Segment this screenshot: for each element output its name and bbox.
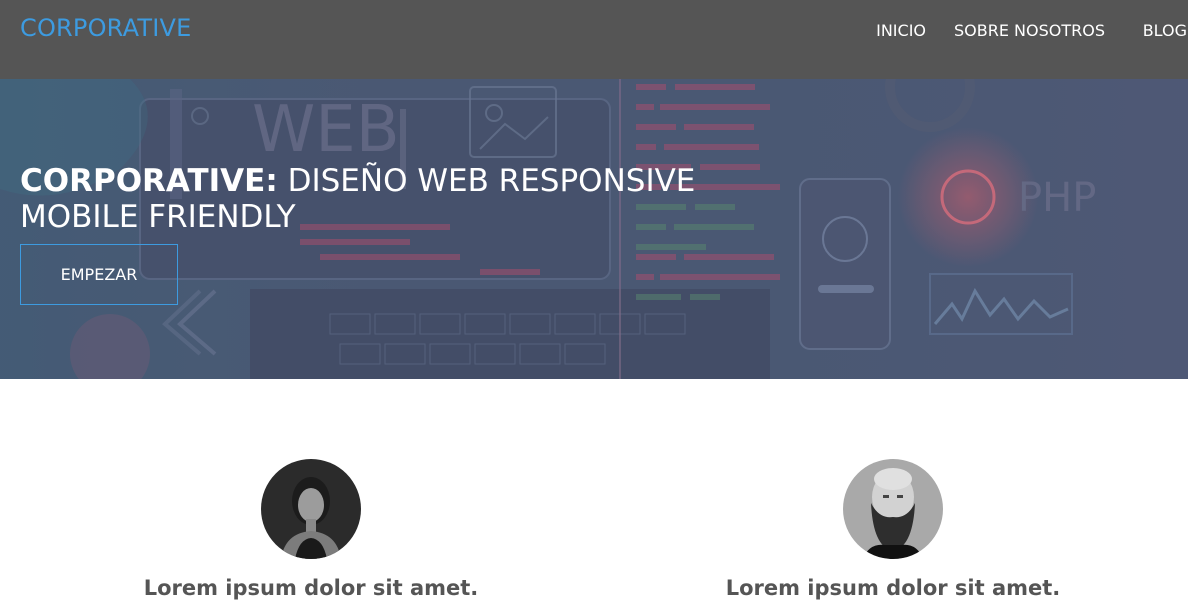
bearded-man-portrait-image <box>843 459 943 559</box>
nav-item-inicio[interactable]: INICIO <box>876 21 926 40</box>
avatar <box>261 459 361 559</box>
hero-title: CORPORATIVE: DISEÑO WEB RESPONSIVE MOBIL… <box>20 163 780 235</box>
team-card: Lorem ipsum dolor sit amet. <box>101 459 521 610</box>
nav-item-blog[interactable]: BLOG <box>1143 21 1187 40</box>
hero-section: WEB PHP CORPORATIVE: DISEÑO WEB RESPONSI… <box>0 79 1188 379</box>
team-card: Lorem ipsum dolor sit amet. <box>683 459 1103 610</box>
nav-item-sobre-nosotros[interactable]: SOBRE NOSOTROS <box>954 21 1105 40</box>
start-button[interactable]: EMPEZAR <box>20 244 178 305</box>
team-member-name: Lorem ipsum dolor sit amet. <box>143 576 479 600</box>
avatar <box>843 459 943 559</box>
site-header: CORPORATIVE INICIO SOBRE NOSOTROS BLOG <box>0 0 1188 79</box>
team-member-name: Lorem ipsum dolor sit amet. <box>725 576 1061 600</box>
site-logo[interactable]: CORPORATIVE <box>20 14 191 42</box>
hero-title-brand: CORPORATIVE: <box>20 163 278 199</box>
woman-portrait-image <box>261 459 361 559</box>
